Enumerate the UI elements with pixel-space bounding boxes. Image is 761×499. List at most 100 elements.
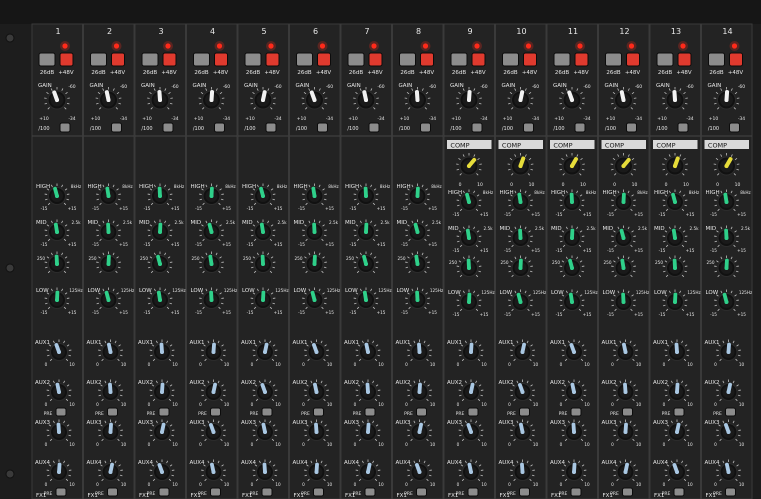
pre-button[interactable] <box>725 407 736 417</box>
pad-button[interactable] <box>399 52 416 67</box>
hpf-button[interactable] <box>729 122 740 133</box>
eq-max-label: +15 <box>119 310 128 315</box>
pre-button[interactable] <box>416 487 427 497</box>
pre-button[interactable] <box>210 407 221 417</box>
pre-button[interactable] <box>107 407 118 417</box>
pad-button[interactable] <box>605 52 622 67</box>
pad-button[interactable] <box>347 52 365 67</box>
pre-button[interactable] <box>107 487 118 497</box>
comp-label: COMP <box>502 142 521 150</box>
hpf-button[interactable] <box>111 122 122 133</box>
phantom-power-button[interactable] <box>471 52 486 67</box>
knob-cap <box>364 194 368 198</box>
knob-cap <box>724 266 729 270</box>
knob-cap <box>570 200 574 204</box>
aux-max-label: 10 <box>327 442 333 447</box>
knob-cap <box>57 390 61 394</box>
phantom-power-button[interactable] <box>677 52 692 67</box>
eq-min-label: -15 <box>144 206 151 211</box>
gain-min-label: +10 <box>142 116 152 122</box>
pre-button[interactable] <box>673 487 685 497</box>
hpf-button[interactable] <box>626 122 637 133</box>
pre-button[interactable] <box>364 487 376 497</box>
pre-button[interactable] <box>158 407 170 417</box>
eq-min-label: -15 <box>453 212 460 217</box>
knob-cap <box>469 390 473 394</box>
phantom-power-button[interactable] <box>265 52 280 67</box>
pre-button[interactable] <box>261 487 273 497</box>
pad-button[interactable] <box>553 52 571 67</box>
knob-cap <box>415 194 420 198</box>
pre-button[interactable] <box>570 487 582 497</box>
aux2-label: AUX2 <box>35 380 50 386</box>
gain-min-label: +10 <box>503 116 513 122</box>
hpf-button[interactable] <box>317 122 328 133</box>
pad-button[interactable] <box>656 52 674 67</box>
pre-button[interactable] <box>55 487 67 497</box>
pad-button[interactable] <box>450 52 468 67</box>
pad-button[interactable] <box>708 52 725 67</box>
pre-button[interactable] <box>622 487 633 497</box>
mid-lo-label: 250 <box>140 256 148 261</box>
phantom-power-button[interactable] <box>420 52 434 67</box>
hpf-button[interactable] <box>420 122 431 133</box>
pre-button[interactable] <box>725 487 736 497</box>
pad-button[interactable] <box>90 52 107 67</box>
eq-max-label: +15 <box>119 206 128 211</box>
knob-cap <box>673 236 677 240</box>
phantom-power-button[interactable] <box>626 52 640 67</box>
phantom-power-button[interactable] <box>317 52 331 67</box>
aux-max-label: 10 <box>636 482 642 487</box>
pad-button[interactable] <box>193 52 210 67</box>
pre-button[interactable] <box>519 487 530 497</box>
pre-button[interactable] <box>519 407 530 417</box>
gain-low-label: -34 <box>686 116 693 122</box>
phantom-power-button[interactable] <box>162 52 177 67</box>
peak-led-glow <box>369 41 379 51</box>
fx1-label: FX1 <box>551 493 561 499</box>
pad-button[interactable] <box>38 52 56 67</box>
gain-max-label: -60 <box>68 84 75 90</box>
aux1-label: AUX1 <box>705 340 720 346</box>
pre-button[interactable] <box>313 407 324 417</box>
pad-button[interactable] <box>141 52 159 67</box>
phantom-power-button[interactable] <box>59 52 74 67</box>
phantom-power-button[interactable] <box>523 52 537 67</box>
pre-button[interactable] <box>673 407 685 417</box>
pre-button[interactable] <box>467 487 479 497</box>
aux-min-label: 0 <box>457 442 460 447</box>
hpf-button[interactable] <box>523 122 534 133</box>
pad-button[interactable] <box>244 52 262 67</box>
pad-label: 26dB <box>349 70 363 76</box>
pre-button[interactable] <box>313 487 324 497</box>
hpf-button[interactable] <box>677 122 689 133</box>
pre-button[interactable] <box>55 407 67 417</box>
pre-button[interactable] <box>467 407 479 417</box>
hpf-button[interactable] <box>214 122 225 133</box>
phantom-power-button[interactable] <box>729 52 743 67</box>
hpf-button[interactable] <box>471 122 483 133</box>
phantom-label: +48V <box>58 70 74 76</box>
aux2-label: AUX2 <box>653 380 668 386</box>
pad-button[interactable] <box>296 52 313 67</box>
hpf-button[interactable] <box>162 122 174 133</box>
phantom-power-button[interactable] <box>214 52 228 67</box>
phantom-power-button[interactable] <box>574 52 589 67</box>
hpf-button[interactable] <box>59 122 71 133</box>
hpf-button[interactable] <box>574 122 586 133</box>
pre-button[interactable] <box>261 407 273 417</box>
pre-button[interactable] <box>364 407 376 417</box>
pre-button[interactable] <box>570 407 582 417</box>
pre-button[interactable] <box>416 407 427 417</box>
pre-button[interactable] <box>210 487 221 497</box>
pre-button[interactable] <box>158 487 170 497</box>
eq-min-label: -15 <box>195 242 202 247</box>
phantom-power-button[interactable] <box>368 52 383 67</box>
phantom-power-button[interactable] <box>111 52 125 67</box>
knob-cap <box>621 200 626 204</box>
aux-max-label: 10 <box>739 362 745 367</box>
hpf-button[interactable] <box>368 122 380 133</box>
pre-button[interactable] <box>622 407 633 417</box>
hpf-button[interactable] <box>265 122 277 133</box>
pad-button[interactable] <box>502 52 519 67</box>
